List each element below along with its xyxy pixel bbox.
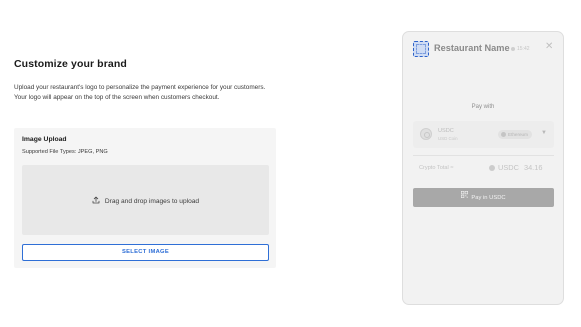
network-name: Ethereum <box>508 132 528 137</box>
divider <box>413 155 554 156</box>
restaurant-name: Restaurant Name <box>434 43 510 53</box>
crypto-total-value: USDC 34.16 <box>489 163 542 172</box>
pay-in-usdc-button[interactable]: Pay in USDC <box>413 188 554 207</box>
page-title: Customize your brand <box>14 58 127 70</box>
close-icon[interactable]: ✕ <box>545 42 553 52</box>
select-image-button[interactable]: SELECT IMAGE <box>22 244 269 261</box>
crypto-total-label: Crypto Total ≈ <box>419 165 454 171</box>
image-dropzone[interactable]: Drag and drop images to upload <box>22 165 269 235</box>
usdc-small-icon <box>489 165 495 172</box>
clock-icon <box>511 46 515 51</box>
ethereum-icon <box>501 132 506 138</box>
coin-selector[interactable]: USDC USD Coin Ethereum ▼ <box>413 121 554 148</box>
coin-symbol: USDC <box>438 128 454 134</box>
logo-placeholder <box>413 41 429 57</box>
usdc-coin-icon <box>420 128 432 140</box>
timer: 15:42 <box>511 46 530 52</box>
coin-name: USD Coin <box>438 136 458 141</box>
upload-icon <box>92 196 100 206</box>
supported-file-types: Supported File Types: JPEG, PNG <box>22 149 108 155</box>
qr-code-icon <box>461 188 469 207</box>
payment-preview: Restaurant Name 15:42 ✕ Pay with USDC US… <box>402 31 564 305</box>
dropzone-content: Drag and drop images to upload <box>22 196 269 206</box>
pay-button-label: Pay in USDC <box>471 195 506 202</box>
upload-title: Image Upload <box>22 136 67 143</box>
chevron-down-icon[interactable]: ▼ <box>541 130 547 136</box>
total-amount: 34.16 <box>523 163 543 172</box>
total-currency: USDC <box>498 163 519 172</box>
pay-with-label: Pay with <box>471 104 495 110</box>
timer-value: 15:42 <box>517 46 530 52</box>
dropzone-text: Drag and drop images to upload <box>104 197 200 205</box>
network-badge: Ethereum <box>498 130 532 139</box>
brand-customization-page: Customize your brand Upload your restaur… <box>0 0 581 327</box>
brand-description: Upload your restaurant's logo to persona… <box>14 84 266 101</box>
image-upload-card: Image Upload Supported File Types: JPEG,… <box>14 128 276 268</box>
